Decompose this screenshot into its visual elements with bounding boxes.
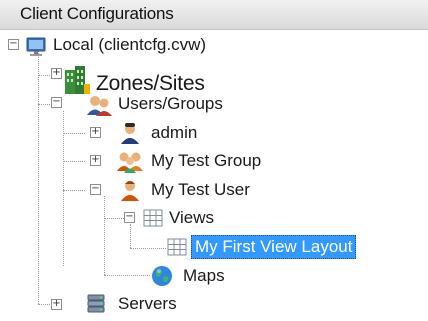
- admin-user-icon: [118, 121, 142, 145]
- tree-line: [63, 111, 64, 266]
- collapse-toggle[interactable]: −: [124, 212, 135, 223]
- tree-line: [130, 248, 166, 249]
- tree-node-label[interactable]: Local (clientcfg.cvw): [50, 34, 209, 56]
- user-icon: [118, 178, 142, 202]
- panel-header: Client Configurations: [0, 0, 428, 30]
- tree-node-label[interactable]: Zones/Sites: [93, 73, 208, 95]
- tree-line: [63, 190, 85, 191]
- tree-node-label[interactable]: My Test Group: [148, 150, 264, 172]
- database-icon: [84, 292, 108, 316]
- tree-node-label[interactable]: My Test User: [148, 179, 253, 201]
- tree-line: [130, 224, 131, 248]
- expand-toggle[interactable]: +: [90, 127, 101, 138]
- collapse-toggle[interactable]: −: [90, 184, 101, 195]
- panel-title: Client Configurations: [20, 4, 174, 23]
- tree-node-label[interactable]: admin: [148, 122, 200, 144]
- expand-toggle[interactable]: +: [90, 155, 101, 166]
- tree-line: [104, 196, 105, 275]
- tree-line: [104, 275, 150, 276]
- tree-line: [38, 49, 39, 304]
- tree-node-label[interactable]: Servers: [115, 293, 180, 315]
- tree-node-label-selected[interactable]: My First View Layout: [191, 235, 357, 259]
- building-icon: [62, 64, 92, 96]
- tree-line: [63, 161, 85, 162]
- tree-node-label[interactable]: Users/Groups: [115, 93, 226, 115]
- collapse-toggle[interactable]: −: [51, 97, 62, 108]
- grid-icon: [142, 207, 164, 229]
- client-config-tree[interactable]: − Local (clientcfg.cvw) + Zones/Sites − …: [0, 29, 428, 316]
- tree-line: [63, 133, 85, 134]
- tree-node-label[interactable]: Views: [166, 207, 217, 229]
- users-icon: [86, 93, 112, 117]
- tree-line: [104, 218, 126, 219]
- group-icon: [116, 149, 144, 173]
- grid-icon: [166, 236, 188, 258]
- expand-toggle[interactable]: +: [51, 68, 62, 79]
- tree-node-label[interactable]: Maps: [180, 265, 228, 287]
- globe-icon: [150, 264, 174, 288]
- computer-icon: [24, 35, 48, 59]
- expand-toggle[interactable]: +: [51, 299, 62, 310]
- collapse-toggle[interactable]: −: [8, 39, 19, 50]
